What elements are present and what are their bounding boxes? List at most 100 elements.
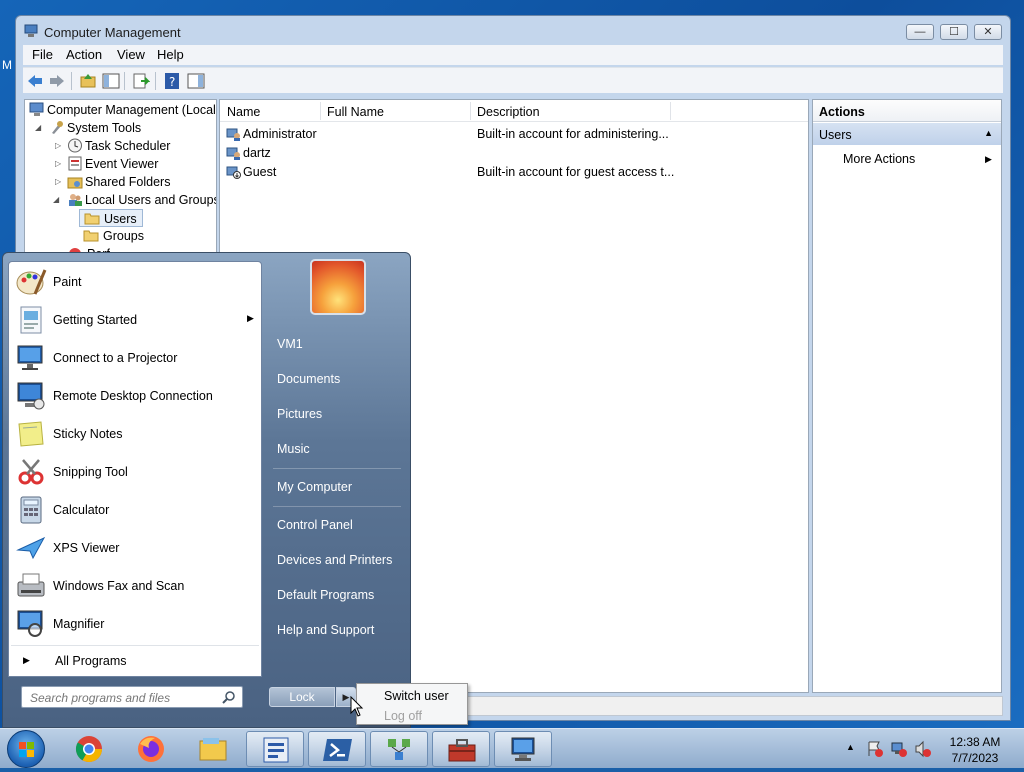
expanded-icon[interactable]: ◢ bbox=[35, 123, 43, 132]
user-avatar[interactable] bbox=[310, 259, 366, 315]
program-label: Calculator bbox=[53, 503, 110, 517]
link-pictures[interactable]: Pictures bbox=[277, 407, 322, 421]
more-actions-label: More Actions bbox=[843, 152, 916, 166]
table-row[interactable]: dartz bbox=[224, 144, 804, 163]
column-divider[interactable] bbox=[670, 102, 671, 120]
user-description: Built-in account for guest access t... bbox=[477, 165, 675, 179]
start-right-column: VM1 Documents Pictures Music My Computer… bbox=[263, 253, 411, 729]
taskbar-computer-management[interactable] bbox=[246, 731, 304, 767]
forward-icon[interactable] bbox=[48, 72, 66, 90]
program-xps-viewer[interactable]: XPS Viewer bbox=[11, 530, 259, 566]
link-help-support[interactable]: Help and Support bbox=[277, 623, 374, 637]
actions-section-users[interactable]: Users ▲ bbox=[813, 123, 1001, 145]
minimize-button[interactable]: — bbox=[906, 24, 934, 40]
column-divider[interactable] bbox=[470, 102, 471, 120]
collapsed-icon[interactable]: ▷ bbox=[55, 159, 63, 168]
link-devices-printers[interactable]: Devices and Printers bbox=[277, 553, 392, 567]
toolbar: ? bbox=[23, 67, 1003, 93]
submenu-arrow-icon[interactable]: ▶ bbox=[247, 313, 254, 324]
mouse-cursor-icon bbox=[350, 696, 364, 717]
taskbar-powershell[interactable] bbox=[308, 731, 366, 767]
link-music[interactable]: Music bbox=[277, 442, 310, 456]
start-search-input[interactable]: Search programs and files bbox=[21, 686, 243, 708]
program-getting-started[interactable]: Getting Started ▶ bbox=[11, 302, 259, 338]
lock-button[interactable]: Lock bbox=[269, 687, 335, 707]
search-placeholder: Search programs and files bbox=[30, 691, 171, 705]
tree-item-label: Task Scheduler bbox=[85, 139, 171, 153]
snipping-tool-icon bbox=[18, 459, 44, 485]
table-row[interactable]: Guest Built-in account for guest access … bbox=[224, 163, 804, 182]
collapse-arrow-icon[interactable]: ▲ bbox=[984, 128, 993, 138]
column-divider[interactable] bbox=[320, 102, 321, 120]
program-fax-scan[interactable]: Windows Fax and Scan bbox=[11, 568, 259, 604]
show-hide-action-pane-icon[interactable] bbox=[187, 72, 205, 90]
network-status-icon[interactable] bbox=[890, 740, 908, 758]
clock-time: 12:38 AM bbox=[949, 735, 1001, 749]
collapsed-icon[interactable]: ▷ bbox=[55, 177, 63, 186]
title-bar[interactable]: Computer Management — ☐ ✕ bbox=[16, 16, 1010, 46]
program-label: Remote Desktop Connection bbox=[53, 389, 213, 403]
tree-item-label: System Tools bbox=[67, 121, 142, 135]
firefox-icon bbox=[138, 736, 164, 762]
program-label: Getting Started bbox=[53, 313, 138, 327]
folder-icon bbox=[83, 230, 99, 242]
taskbar-chrome[interactable] bbox=[60, 731, 118, 767]
taskbar-firefox[interactable] bbox=[122, 731, 180, 767]
taskbar-network-tool[interactable] bbox=[370, 731, 428, 767]
link-control-panel[interactable]: Control Panel bbox=[277, 518, 353, 532]
program-remote-desktop[interactable]: Remote Desktop Connection bbox=[11, 378, 259, 414]
up-folder-icon[interactable] bbox=[79, 72, 97, 90]
show-hide-tree-icon[interactable] bbox=[102, 72, 120, 90]
svg-text:?: ? bbox=[169, 75, 175, 89]
log-off-item[interactable]: Log off bbox=[384, 709, 422, 723]
start-programs-column: Paint Getting Started ▶ Connect to a Pro… bbox=[8, 261, 262, 677]
program-calculator[interactable]: Calculator bbox=[11, 492, 259, 528]
clock[interactable]: 12:38 AM 7/7/2023 bbox=[940, 734, 1010, 766]
program-connect-projector[interactable]: Connect to a Projector bbox=[11, 340, 259, 376]
column-description[interactable]: Description bbox=[477, 105, 540, 119]
link-documents[interactable]: Documents bbox=[277, 372, 340, 386]
collapsed-icon[interactable]: ▷ bbox=[55, 141, 63, 150]
chrome-icon bbox=[75, 736, 103, 763]
taskbar-remote-desktop[interactable] bbox=[494, 731, 552, 767]
column-full-name[interactable]: Full Name bbox=[327, 105, 384, 119]
link-user-folder[interactable]: VM1 bbox=[277, 337, 303, 351]
all-programs[interactable]: ▶ All Programs bbox=[11, 645, 259, 673]
volume-muted-icon[interactable] bbox=[914, 740, 932, 758]
program-sticky-notes[interactable]: Sticky Notes bbox=[11, 416, 259, 452]
menu-file[interactable]: File bbox=[32, 47, 53, 62]
back-icon[interactable] bbox=[26, 72, 44, 90]
table-row[interactable]: Administrator Built-in account for admin… bbox=[224, 125, 804, 144]
help-icon[interactable]: ? bbox=[163, 72, 181, 90]
fax-scan-icon bbox=[17, 573, 45, 597]
show-hidden-icons-icon[interactable]: ▲ bbox=[846, 742, 855, 752]
taskbar-explorer[interactable] bbox=[184, 731, 242, 767]
program-label: Paint bbox=[53, 275, 82, 289]
menu-action[interactable]: Action bbox=[66, 47, 102, 62]
maximize-button[interactable]: ☐ bbox=[940, 24, 968, 40]
user-name: dartz bbox=[243, 146, 271, 160]
close-button[interactable]: ✕ bbox=[974, 24, 1002, 40]
action-center-icon[interactable] bbox=[866, 740, 884, 758]
user-name: Administrator bbox=[243, 127, 317, 141]
desktop-edge-text: M bbox=[2, 58, 12, 72]
all-programs-arrow-icon: ▶ bbox=[23, 655, 30, 665]
shared-folder-icon bbox=[67, 177, 83, 189]
program-magnifier[interactable]: Magnifier bbox=[11, 606, 259, 642]
menu-view[interactable]: View bbox=[117, 47, 145, 62]
export-list-icon[interactable] bbox=[132, 72, 150, 90]
search-icon[interactable] bbox=[222, 690, 236, 704]
link-my-computer[interactable]: My Computer bbox=[277, 480, 352, 494]
link-default-programs[interactable]: Default Programs bbox=[277, 588, 374, 602]
taskbar-toolbox[interactable] bbox=[432, 731, 490, 767]
start-button[interactable] bbox=[7, 730, 45, 768]
switch-user-item[interactable]: Switch user bbox=[384, 689, 449, 703]
program-paint[interactable]: Paint bbox=[11, 264, 259, 300]
tree-item-users[interactable]: Users bbox=[79, 209, 143, 227]
program-snipping-tool[interactable]: Snipping Tool bbox=[11, 454, 259, 490]
menu-help[interactable]: Help bbox=[157, 47, 184, 62]
expanded-icon[interactable]: ◢ bbox=[53, 195, 61, 204]
more-actions[interactable]: More Actions bbox=[843, 152, 915, 166]
submenu-arrow-icon: ▶ bbox=[985, 154, 992, 164]
column-name[interactable]: Name bbox=[227, 105, 260, 119]
